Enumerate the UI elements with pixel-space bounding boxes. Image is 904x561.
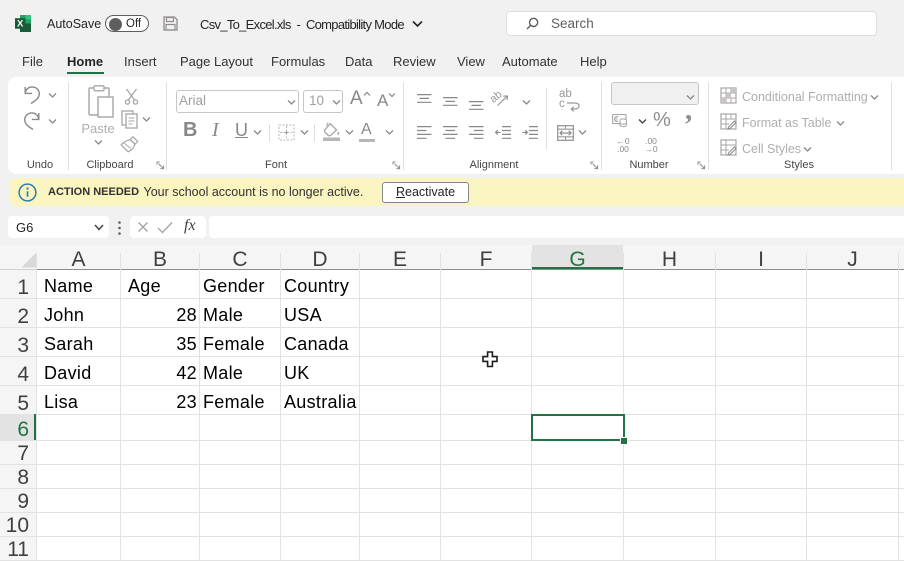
svg-text:X: X: [17, 19, 24, 30]
